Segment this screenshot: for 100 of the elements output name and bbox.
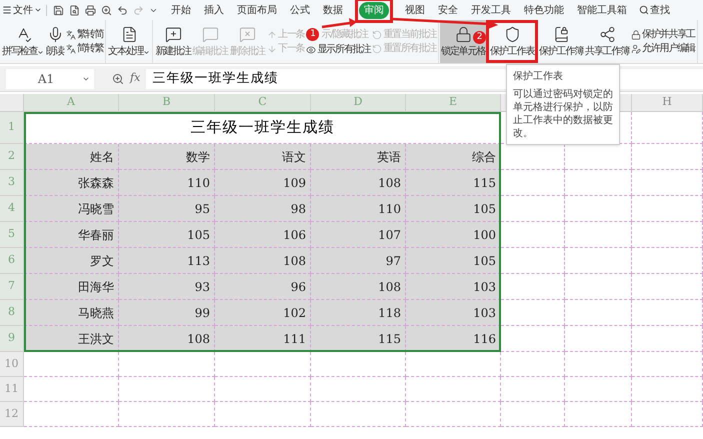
grid-cell[interactable] — [24, 352, 119, 377]
grid-cell[interactable] — [565, 222, 632, 248]
table-cell: 冯晓雪 — [24, 196, 119, 222]
ribbon-button[interactable]: 保护工作表 — [489, 23, 536, 60]
table-cell: 语文 — [215, 144, 311, 170]
grid-cell[interactable] — [501, 222, 565, 248]
caret-icon — [34, 6, 42, 14]
ribbon-tab[interactable]: 插入 — [203, 2, 225, 18]
table-cell: 115 — [406, 170, 501, 196]
grid-cell[interactable] — [632, 170, 703, 196]
grid-cell[interactable] — [632, 248, 703, 274]
grid-cell[interactable] — [632, 112, 703, 144]
print-icon[interactable] — [85, 4, 96, 16]
grid-cell[interactable] — [501, 377, 565, 402]
table-cell: 100 — [406, 222, 501, 248]
grid-cell[interactable] — [632, 402, 703, 427]
grid-cell[interactable] — [311, 352, 406, 377]
save-icon[interactable] — [53, 4, 64, 16]
grid-cell[interactable] — [501, 300, 565, 326]
search-icon — [639, 5, 649, 15]
ribbon-button[interactable]: 允许用户编辑 — [631, 44, 695, 54]
file-menu[interactable]: 文件 — [0, 2, 46, 18]
grid-cell[interactable] — [311, 377, 406, 402]
caret-icon — [143, 48, 150, 56]
grid-cell[interactable] — [565, 248, 632, 274]
grid-cell[interactable] — [501, 352, 565, 377]
grid-cell[interactable] — [632, 326, 703, 352]
table-cell: 105 — [406, 196, 501, 222]
grid-cell[interactable] — [565, 170, 632, 196]
grid-cell[interactable] — [632, 274, 703, 300]
reset-icon — [372, 30, 382, 40]
ribbon-tab[interactable]: 公式 — [289, 2, 311, 18]
grid-cell[interactable] — [632, 196, 703, 222]
table-cell: 综合 — [406, 144, 501, 170]
grid-cell[interactable] — [406, 352, 501, 377]
table-cell: 105 — [406, 248, 501, 274]
grid-cell[interactable] — [406, 377, 501, 402]
ribbon-button[interactable]: 拼写检查 — [1, 20, 46, 63]
zoom-icon[interactable] — [101, 4, 112, 16]
grid-cell[interactable] — [632, 144, 703, 170]
ribbon-tab[interactable]: 视图 — [404, 2, 426, 18]
redo-icon[interactable] — [133, 4, 144, 16]
table-cell: 98 — [215, 196, 311, 222]
undo-icon[interactable] — [117, 4, 128, 16]
grid-cell[interactable] — [565, 196, 632, 222]
grid-cell[interactable] — [501, 248, 565, 274]
ribbon-button[interactable]: 朗读 — [45, 20, 65, 63]
name-box[interactable]: A1 — [6, 68, 94, 88]
grid-cell[interactable] — [565, 352, 632, 377]
ribbon-button[interactable]: 简转繁 — [66, 44, 104, 54]
grid-cell[interactable] — [119, 402, 215, 427]
table-cell: 96 — [215, 274, 311, 300]
grid-cell[interactable] — [215, 352, 311, 377]
grid-cell[interactable] — [501, 274, 565, 300]
ribbon-button[interactable]: 文本处理 — [107, 20, 152, 63]
ribbon-tab[interactable]: 安全 — [437, 2, 459, 18]
grid-cell[interactable] — [406, 402, 501, 427]
grid-cell[interactable] — [565, 402, 632, 427]
table-cell: 115 — [311, 326, 406, 352]
grid-cell[interactable] — [215, 377, 311, 402]
table-cell: 109 — [215, 170, 311, 196]
grid-cell[interactable] — [24, 377, 119, 402]
grid-cell[interactable] — [632, 222, 703, 248]
ribbon-tab[interactable]: 开始 — [170, 2, 192, 18]
function-label[interactable]: fx — [130, 70, 140, 87]
ribbon-tab[interactable]: 数据 — [322, 2, 344, 18]
ribbon-button[interactable]: 新建批注 — [154, 20, 192, 63]
grid-cell[interactable] — [632, 300, 703, 326]
grid-cell[interactable] — [119, 377, 215, 402]
grid-cell[interactable] — [632, 377, 703, 402]
table-cell: 95 — [119, 196, 215, 222]
search-button[interactable]: 查找 — [639, 2, 670, 18]
ribbon-button[interactable]: 显示所有批注 — [306, 45, 370, 55]
ribbon-tab[interactable]: 开发工具 — [470, 2, 512, 18]
table-cell: 张森森 — [24, 170, 119, 196]
grid-cell[interactable] — [501, 326, 565, 352]
ribbon-tab[interactable]: 特色功能 — [523, 2, 565, 18]
zoom-icon[interactable] — [112, 72, 124, 84]
ribbon-button[interactable]: 保护并共享工 — [631, 30, 695, 40]
ribbon-tab[interactable]: 智能工具箱 — [576, 2, 628, 18]
table-cell: 数学 — [119, 144, 215, 170]
grid-cell[interactable] — [565, 326, 632, 352]
grid-cell[interactable] — [119, 352, 215, 377]
table-cell: 105 — [119, 222, 215, 248]
grid-cell[interactable] — [501, 196, 565, 222]
ribbon-button[interactable]: 保护工作簿 — [538, 20, 584, 63]
grid-cell[interactable] — [501, 170, 565, 196]
document-search-icon[interactable] — [69, 4, 80, 16]
grid-cell[interactable] — [24, 402, 119, 427]
grid-cell[interactable] — [565, 274, 632, 300]
grid-cell[interactable] — [632, 352, 703, 377]
ribbon-button[interactable]: 繁转简 — [66, 30, 104, 40]
grid-cell[interactable] — [501, 402, 565, 427]
ribbon-button[interactable]: 共享工作簿 — [584, 20, 630, 63]
grid-cell[interactable] — [565, 377, 632, 402]
grid-cell[interactable] — [565, 300, 632, 326]
table-cell: 118 — [311, 300, 406, 326]
ribbon-tab[interactable]: 页面布局 — [236, 2, 278, 18]
grid-cell[interactable] — [311, 402, 406, 427]
grid-cell[interactable] — [215, 402, 311, 427]
